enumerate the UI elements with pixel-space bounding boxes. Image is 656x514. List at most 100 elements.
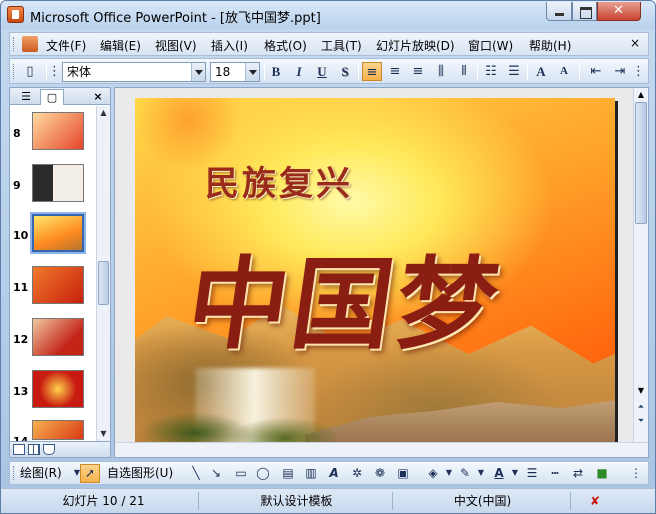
shrink-font-button[interactable]: A: [554, 62, 574, 81]
powerpoint-icon[interactable]: [7, 6, 24, 23]
decrease-indent-icon[interactable]: ⇤: [586, 62, 606, 81]
menu-slideshow[interactable]: 幻灯片放映(D): [376, 37, 455, 54]
slide-thumbnail[interactable]: [32, 318, 84, 356]
toolbar-options-icon[interactable]: ⋮: [628, 465, 644, 481]
toolbar-options-icon[interactable]: ⋮: [632, 62, 645, 81]
toolbar-grip[interactable]: [13, 37, 16, 51]
slide-subtitle[interactable]: 民族复兴: [205, 156, 353, 205]
select-pointer-icon[interactable]: ➚: [80, 464, 100, 483]
slide-title[interactable]: 中国梦: [180, 223, 512, 368]
slide-canvas[interactable]: 民族复兴 中国梦: [135, 98, 615, 443]
line-color-icon[interactable]: ✎: [457, 465, 473, 481]
font-name-select[interactable]: 宋体: [62, 62, 206, 82]
toolbar-options-icon[interactable]: ⋮: [48, 62, 61, 81]
scroll-thumb[interactable]: [635, 102, 647, 224]
maximize-button[interactable]: [572, 2, 597, 21]
font-color-icon[interactable]: A: [491, 465, 507, 481]
close-button[interactable]: [597, 2, 641, 21]
scroll-down-icon[interactable]: ▼: [634, 384, 648, 398]
spelling-check-icon[interactable]: ✘: [575, 492, 615, 510]
menu-edit[interactable]: 编辑(E): [100, 37, 141, 54]
increase-indent-icon[interactable]: ⇥: [610, 62, 630, 81]
tab-slides[interactable]: ▢: [40, 89, 64, 105]
italic-button[interactable]: I: [289, 62, 309, 81]
slide-thumbnail-row[interactable]: 11: [10, 266, 96, 314]
new-file-icon[interactable]: ▯: [20, 62, 40, 81]
pane-close-icon[interactable]: ×: [86, 89, 110, 105]
slide-thumbnail-row[interactable]: 12: [10, 318, 96, 366]
font-size-select[interactable]: 18: [210, 62, 260, 82]
slide-thumbnail[interactable]: [32, 164, 84, 202]
line-icon[interactable]: ╲: [188, 465, 204, 481]
vertical-textbox-icon[interactable]: ▥: [303, 465, 319, 481]
slide-thumbnail[interactable]: [32, 370, 84, 408]
distribute-icon[interactable]: ⫼: [431, 62, 451, 81]
chevron-down-icon[interactable]: [245, 63, 259, 81]
oval-icon[interactable]: ◯: [255, 465, 271, 481]
edit-vertical-scrollbar[interactable]: ▲ ▼ ⏶ ⏷: [633, 88, 648, 442]
previous-slide-icon[interactable]: ⏶: [634, 400, 648, 414]
shadow-style-icon[interactable]: ■: [594, 465, 610, 481]
bullets-icon[interactable]: ☰: [504, 62, 524, 81]
align-left-icon[interactable]: ≡: [362, 62, 382, 81]
slides-pane-scrollbar[interactable]: ▲ ▼: [96, 106, 110, 441]
dash-style-icon[interactable]: ┅: [547, 465, 563, 481]
slide-thumbnail-selected[interactable]: [30, 212, 86, 254]
slide-thumbnail-row[interactable]: 8: [10, 112, 96, 160]
arrow-icon[interactable]: ↘: [208, 465, 224, 481]
arrow-style-icon[interactable]: ⇄: [570, 465, 586, 481]
slideshow-view-icon[interactable]: [43, 444, 55, 455]
slide-thumbnail-row[interactable]: 9: [10, 164, 96, 212]
toolbar-grip[interactable]: [13, 466, 16, 480]
normal-view-icon[interactable]: [13, 444, 25, 455]
line-style-icon[interactable]: ☰: [524, 465, 540, 481]
scroll-thumb[interactable]: [98, 261, 109, 305]
slide-sorter-view-icon[interactable]: [28, 444, 40, 455]
menu-format[interactable]: 格式(O): [264, 37, 307, 54]
close-document-icon[interactable]: ×: [630, 36, 640, 50]
edit-horizontal-scrollbar[interactable]: [115, 442, 648, 457]
numbering-icon[interactable]: ☷: [481, 62, 501, 81]
menu-tools[interactable]: 工具(T): [321, 37, 362, 54]
autoshapes-menu-button[interactable]: 自选图形(U): [107, 465, 173, 482]
bold-button[interactable]: B: [266, 62, 286, 81]
menu-view[interactable]: 视图(V): [155, 37, 197, 54]
chevron-down-icon[interactable]: ▼: [473, 465, 489, 481]
toolbar-grip[interactable]: [13, 64, 16, 79]
menu-file[interactable]: 文件(F): [46, 37, 86, 54]
scroll-up-icon[interactable]: ▲: [97, 106, 110, 120]
document-icon[interactable]: [22, 36, 38, 52]
slide-thumbnail-row[interactable]: 13: [10, 370, 96, 418]
draw-menu-button[interactable]: 绘图(R): [20, 465, 62, 482]
font-name-value: 宋体: [67, 65, 92, 79]
minimize-button[interactable]: [546, 2, 572, 21]
menu-insert[interactable]: 插入(I): [211, 37, 248, 54]
align-right-icon[interactable]: ≡: [408, 62, 428, 81]
slide-thumbnail[interactable]: [32, 266, 84, 304]
diagram-icon[interactable]: ✲: [349, 465, 365, 481]
slide-thumbnail-row[interactable]: 10: [10, 212, 96, 262]
fill-color-icon[interactable]: ◈: [425, 465, 441, 481]
grow-font-button[interactable]: A: [531, 62, 551, 81]
slide-thumbnail[interactable]: [32, 112, 84, 150]
picture-icon[interactable]: ▣: [395, 465, 411, 481]
next-slide-icon[interactable]: ⏷: [634, 414, 648, 428]
scroll-up-icon[interactable]: ▲: [634, 88, 648, 102]
menu-help[interactable]: 帮助(H): [529, 37, 571, 54]
underline-button[interactable]: U: [312, 62, 332, 81]
tab-outline[interactable]: ☰: [14, 89, 38, 105]
wordart-icon[interactable]: A: [326, 465, 342, 481]
chevron-down-icon[interactable]: ▼: [441, 465, 457, 481]
rectangle-icon[interactable]: ▭: [233, 465, 249, 481]
shadow-button[interactable]: S: [335, 62, 355, 81]
align-center-icon[interactable]: ≡: [385, 62, 405, 81]
chevron-down-icon[interactable]: ▼: [507, 465, 523, 481]
slide-thumbnail[interactable]: [32, 420, 84, 440]
scroll-down-icon[interactable]: ▼: [97, 427, 110, 441]
clipart-icon[interactable]: ❁: [372, 465, 388, 481]
vertical-text-icon[interactable]: ⫴: [454, 62, 474, 81]
status-design[interactable]: 默认设计模板: [201, 492, 393, 510]
menu-window[interactable]: 窗口(W): [468, 37, 513, 54]
chevron-down-icon[interactable]: [191, 63, 205, 81]
textbox-icon[interactable]: ▤: [280, 465, 296, 481]
